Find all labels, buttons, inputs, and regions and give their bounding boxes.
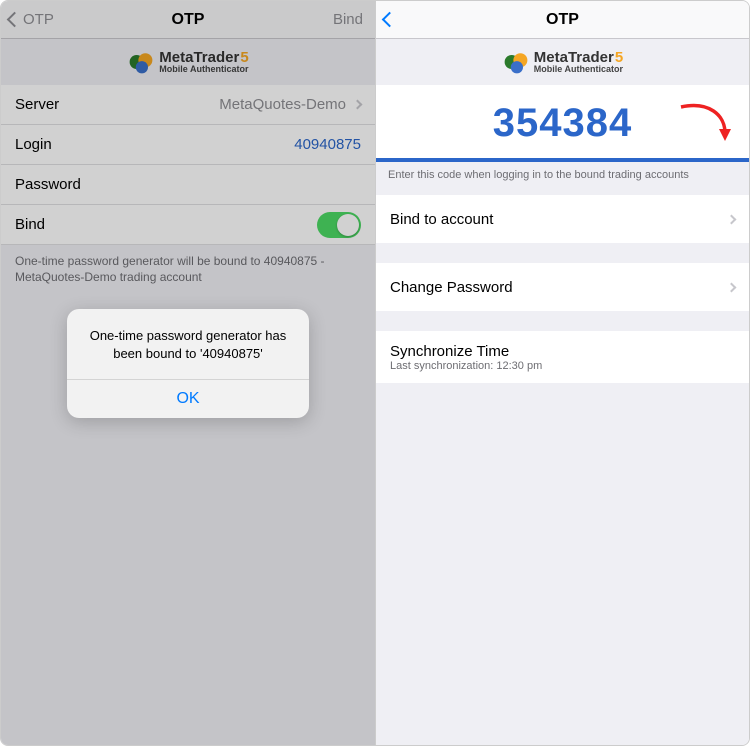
bind-toggle[interactable]	[317, 212, 361, 238]
login-value: 40940875	[294, 136, 361, 153]
server-label: Server	[15, 96, 59, 113]
otp-display: 354384	[376, 85, 749, 162]
metatrader-logo-icon	[502, 48, 530, 76]
chevron-right-icon	[727, 214, 737, 224]
chevron-left-icon	[7, 12, 23, 28]
alert-message: One-time password generator has been bou…	[67, 309, 309, 379]
chevron-right-icon	[353, 100, 363, 110]
bind-label: Bind	[333, 11, 363, 28]
login-row[interactable]: Login 40940875	[1, 125, 375, 165]
countdown-arrow-icon	[675, 99, 735, 143]
brand-subtitle: Mobile Authenticator	[534, 65, 623, 74]
chevron-right-icon	[727, 282, 737, 292]
separator	[376, 311, 749, 331]
server-value-text: MetaQuotes-Demo	[219, 96, 346, 113]
otp-progress-bar	[376, 158, 749, 162]
brand-subtitle: Mobile Authenticator	[159, 65, 248, 74]
change-password-row[interactable]: Change Password	[376, 263, 749, 311]
nav-back-button[interactable]: OTP	[9, 1, 54, 38]
brand-header: MetaTrader5 Mobile Authenticator	[1, 39, 375, 85]
bind-to-account-label: Bind to account	[390, 211, 493, 228]
server-value: MetaQuotes-Demo	[219, 96, 361, 113]
password-row[interactable]: Password	[1, 165, 375, 205]
brand-text: MetaTrader5 Mobile Authenticator	[534, 50, 623, 74]
otp-hint: Enter this code when logging in to the b…	[376, 162, 749, 195]
synchronize-time-sub: Last synchronization: 12:30 pm	[390, 360, 542, 372]
synchronize-time-row[interactable]: Synchronize Time Last synchronization: 1…	[376, 331, 749, 383]
chevron-left-icon	[382, 12, 398, 28]
nav-bar: OTP OTP Bind	[1, 1, 375, 39]
alert-dialog: One-time password generator has been bou…	[67, 309, 309, 418]
bind-row: Bind	[1, 205, 375, 245]
footer-note: One-time password generator will be boun…	[1, 245, 375, 293]
password-label: Password	[15, 176, 81, 193]
otp-code: 354384	[493, 101, 632, 146]
metatrader-logo-icon	[127, 48, 155, 76]
nav-bar: OTP	[376, 1, 749, 39]
server-row[interactable]: Server MetaQuotes-Demo	[1, 85, 375, 125]
nav-back-button[interactable]	[384, 1, 398, 38]
synchronize-time-label: Synchronize Time	[390, 343, 509, 360]
nav-back-label: OTP	[23, 11, 54, 28]
bind-row-label: Bind	[15, 216, 45, 233]
separator	[376, 243, 749, 263]
bind-to-account-row[interactable]: Bind to account	[376, 195, 749, 243]
alert-ok-button[interactable]: OK	[67, 379, 309, 418]
nav-title: OTP	[546, 11, 579, 29]
bind-button[interactable]: Bind	[333, 1, 363, 38]
nav-title: OTP	[172, 11, 205, 29]
brand-header: MetaTrader5 Mobile Authenticator	[376, 39, 749, 85]
brand-text: MetaTrader5 Mobile Authenticator	[159, 50, 248, 74]
login-label: Login	[15, 136, 52, 153]
change-password-label: Change Password	[390, 279, 513, 296]
